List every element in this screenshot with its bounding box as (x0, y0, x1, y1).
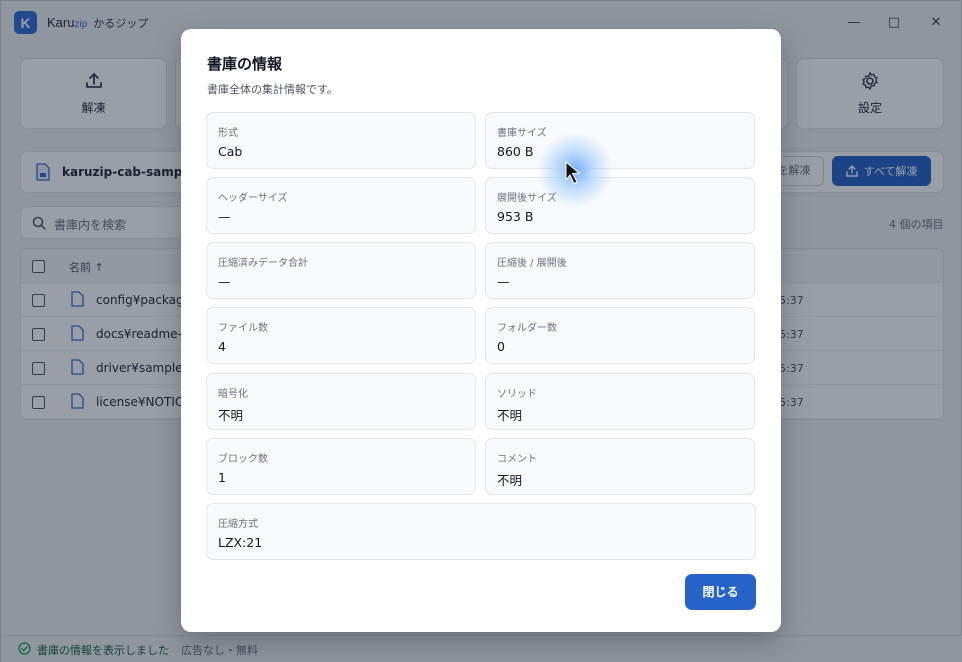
field-value: 4 (218, 339, 226, 354)
field-label: ブロック数 (218, 454, 268, 465)
info-field-solid: ソリッド 不明 (485, 373, 755, 430)
field-value: 不明 (497, 473, 523, 488)
info-field-compressed-total: 圧縮済みデータ合計 — (206, 242, 476, 299)
info-field-encryption: 暗号化 不明 (206, 373, 476, 430)
info-field-folder-count: フォルダー数 0 (485, 307, 755, 364)
archive-info-dialog: 書庫の情報 書庫全体の集計情報です。 形式 Cab 書庫サイズ 860 B ヘッ… (181, 29, 781, 632)
field-label: 圧縮済みデータ合計 (218, 258, 308, 269)
field-value: — (218, 209, 231, 224)
field-label: ソリッド (497, 389, 537, 400)
field-value: 860 B (497, 144, 534, 159)
dialog-title: 書庫の情報 (207, 55, 283, 73)
field-value: 不明 (218, 408, 244, 423)
field-value: — (497, 274, 510, 289)
field-value: 0 (497, 339, 505, 354)
field-value: — (218, 274, 231, 289)
info-field-unpacked-size: 展開後サイズ 953 B (485, 177, 755, 234)
mouse-cursor-icon (565, 161, 581, 185)
info-field-block-count: ブロック数 1 (206, 438, 476, 495)
field-label: ファイル数 (218, 323, 268, 334)
field-label: 圧縮後 / 展開後 (497, 258, 567, 269)
info-field-header-size: ヘッダーサイズ — (206, 177, 476, 234)
info-field-compression-method: 圧縮方式 LZX:21 (206, 503, 756, 560)
field-label: 書庫サイズ (497, 128, 547, 139)
field-value: 不明 (497, 408, 523, 423)
field-label: 暗号化 (218, 389, 248, 400)
field-label: ヘッダーサイズ (218, 193, 288, 204)
info-field-format: 形式 Cab (206, 112, 476, 169)
dialog-subtitle: 書庫全体の集計情報です。 (207, 83, 338, 96)
field-label: 圧縮方式 (218, 519, 258, 530)
close-dialog-button[interactable]: 閉じる (685, 574, 756, 610)
field-value: 1 (218, 470, 226, 485)
field-value: 953 B (497, 209, 534, 224)
field-label: フォルダー数 (497, 323, 557, 334)
field-value: LZX:21 (218, 535, 263, 550)
info-field-file-count: ファイル数 4 (206, 307, 476, 364)
info-field-ratio: 圧縮後 / 展開後 — (485, 242, 755, 299)
field-label: コメント (497, 454, 537, 465)
field-label: 形式 (218, 128, 238, 139)
info-field-comment: コメント 不明 (485, 438, 755, 495)
info-field-archive-size: 書庫サイズ 860 B (485, 112, 755, 169)
field-value: Cab (218, 144, 243, 159)
